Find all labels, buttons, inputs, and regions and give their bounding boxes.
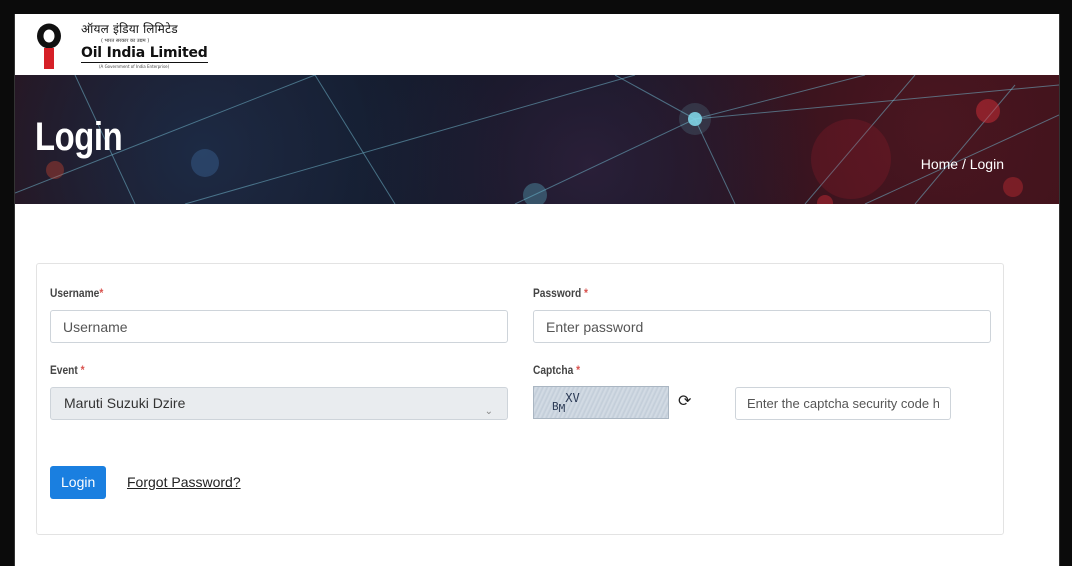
- captcha-label-text: Captcha: [533, 363, 577, 377]
- breadcrumb[interactable]: Home / Login: [921, 156, 1004, 172]
- captcha-char: B: [552, 400, 559, 413]
- event-selected-value: Maruti Suzuki Dzire: [64, 395, 186, 411]
- refresh-captcha-icon[interactable]: ⟳: [678, 391, 691, 411]
- page-title: Login: [35, 115, 123, 159]
- logo-english-name: Oil India Limited: [81, 45, 208, 63]
- logo-gov-line: (A Government of India Enterprise): [99, 64, 170, 69]
- captcha-image-text: BMXV: [552, 391, 580, 415]
- username-required-mark: *: [99, 286, 104, 300]
- captcha-input[interactable]: [735, 387, 951, 420]
- captcha-image: BMXV: [533, 386, 669, 419]
- password-label-text: Password: [533, 286, 585, 300]
- password-input[interactable]: [533, 310, 991, 343]
- logo-hindi-subtitle: ( भारत सरकार का उद्यम ): [101, 38, 150, 44]
- event-required-mark: *: [80, 363, 85, 377]
- oil-india-logo-icon[interactable]: [36, 22, 62, 70]
- page-banner: Login Home / Login: [15, 75, 1059, 204]
- logo-hindi-name: ऑयल इंडिया लिमिटेड: [81, 22, 178, 36]
- network-background-graphic: [15, 75, 1059, 204]
- captcha-char: V: [572, 391, 580, 405]
- password-label: Password *: [533, 286, 588, 300]
- login-button[interactable]: Login: [50, 466, 107, 499]
- event-select[interactable]: Maruti Suzuki Dzire ⌄: [50, 387, 508, 420]
- forgot-password-link[interactable]: Forgot Password?: [127, 474, 241, 490]
- username-label-text: Username: [50, 286, 100, 300]
- event-label: Event *: [50, 363, 85, 377]
- username-label: Username*: [50, 286, 103, 300]
- browser-viewport: ऑयल इंडिया लिमिटेड ( भारत सरकार का उद्यम…: [14, 14, 1060, 566]
- event-label-text: Event: [50, 363, 81, 377]
- site-header: ऑयल इंडिया लिमिटेड ( भारत सरकार का उद्यम…: [15, 14, 1059, 75]
- login-form: Username* Password * Event * Maruti Suzu…: [36, 263, 1004, 535]
- username-input[interactable]: [50, 310, 508, 343]
- chevron-down-icon: ⌄: [484, 406, 493, 417]
- password-required-mark: *: [584, 286, 588, 300]
- captcha-required-mark: *: [576, 363, 581, 377]
- logo-wordmark[interactable]: ऑयल इंडिया लिमिटेड ( भारत सरकार का उद्यम…: [81, 20, 208, 69]
- captcha-label: Captcha *: [533, 363, 580, 377]
